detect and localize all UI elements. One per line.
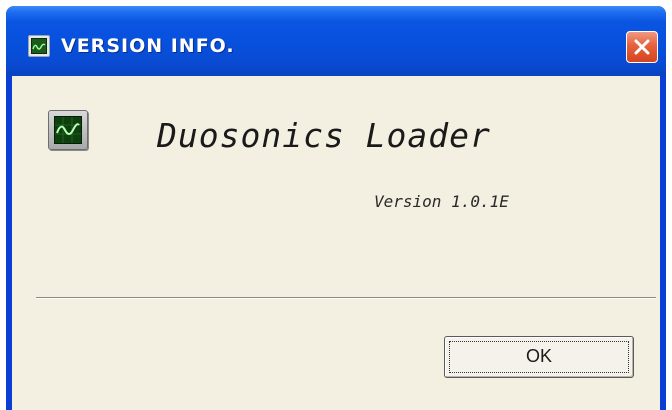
close-button[interactable] <box>626 31 658 63</box>
dialog-body: Duosonics Loader Version 1.0.1E OK <box>12 76 660 410</box>
app-name: Duosonics Loader <box>157 116 491 155</box>
waveform-monitor-icon <box>28 35 50 57</box>
ok-button-label: OK <box>525 346 552 366</box>
title-bar[interactable]: VERSION INFO. <box>6 6 666 76</box>
ok-button[interactable]: OK <box>444 336 634 378</box>
window-title: VERSION INFO. <box>61 35 235 57</box>
version-info-dialog: VERSION INFO. Duosonics Loader Version 1… <box>6 6 666 410</box>
waveform-monitor-icon <box>48 110 88 150</box>
close-icon <box>634 39 650 55</box>
version-text: Version 1.0.1E <box>374 192 509 211</box>
divider <box>36 297 656 299</box>
